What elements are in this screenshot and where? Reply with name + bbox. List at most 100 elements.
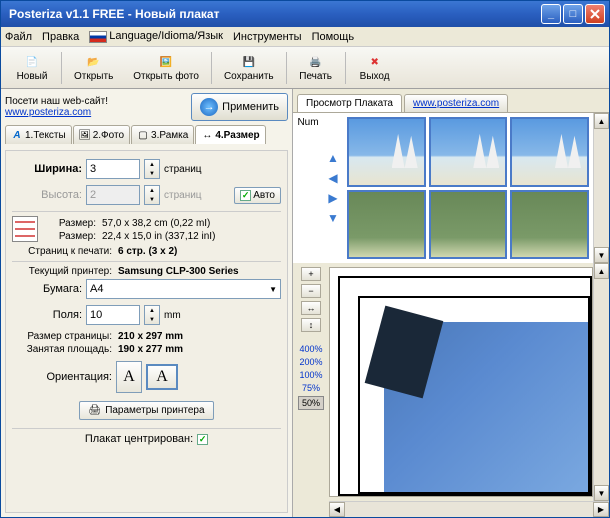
auto-button[interactable]: ✓Авто (234, 187, 281, 204)
arrow-left-icon[interactable]: ◀ (326, 171, 340, 185)
zoom-75[interactable]: 75% (302, 383, 320, 393)
text-icon: A (11, 129, 23, 141)
apply-arrow-icon: → (200, 98, 218, 116)
zoom-100[interactable]: 100% (299, 370, 322, 380)
titlebar[interactable]: Posteriza v1.1 FREE - Новый плакат _ □ (1, 1, 609, 27)
right-panel: Просмотр Плаката www.posteriza.com Num ▲… (293, 89, 609, 517)
tab-photo[interactable]: 🖼2.Фото (73, 125, 130, 144)
nav-arrows: ▲ ◀ ▶ ▼ (323, 113, 343, 263)
print-button[interactable]: 🖨️Печать (289, 51, 343, 84)
new-button[interactable]: 📄Новый (5, 51, 59, 84)
thumbnail-grid (343, 113, 593, 263)
menu-lang[interactable]: Language/Idioma/Язык (89, 30, 223, 42)
pagesize-label: Размер страницы: (12, 331, 112, 342)
window-title: Posteriza v1.1 FREE - Новый плакат (5, 7, 541, 21)
tab-preview[interactable]: Просмотр Плаката (297, 94, 402, 112)
tab-frame[interactable]: ▢3.Рамка (131, 125, 194, 144)
flag-icon (89, 31, 107, 43)
caret-icon: ▼ (269, 285, 277, 294)
tab-size[interactable]: ↔4.Размер (195, 125, 265, 144)
arrow-up-icon[interactable]: ▲ (326, 151, 340, 165)
zoom-column: + − ↔ ↕ 400% 200% 100% 75% 50% (293, 263, 329, 517)
width-spinner[interactable]: ▲▼ (144, 159, 160, 179)
zoom-in-button[interactable]: + (301, 267, 321, 281)
open-button[interactable]: 📂Открыть (64, 51, 123, 84)
thumb-3[interactable] (510, 117, 589, 187)
thumb-1[interactable] (347, 117, 426, 187)
dim-cm: 57,0 x 38,2 cm (0,22 mI) (102, 218, 210, 229)
zoom-out-button[interactable]: − (301, 284, 321, 298)
config-tabs: A1.Тексты 🖼2.Фото ▢3.Рамка ↔4.Размер (5, 125, 288, 144)
zoom-50[interactable]: 50% (298, 396, 324, 410)
width-input[interactable] (86, 159, 140, 179)
open-icon: 📂 (85, 53, 103, 71)
menu-edit[interactable]: Правка (42, 31, 79, 43)
preview-bottom: + − ↔ ↕ 400% 200% 100% 75% 50% (293, 263, 609, 517)
tab-website[interactable]: www.posteriza.com (404, 94, 508, 112)
preview-top: Num ▲ ◀ ▶ ▼ ▲▼ (293, 113, 609, 263)
frame-icon: ▢ (137, 129, 149, 141)
orientation-landscape[interactable]: A (146, 364, 178, 390)
page-preview[interactable] (329, 267, 593, 497)
app-window: Posteriza v1.1 FREE - Новый плакат _ □ Ф… (0, 0, 610, 518)
minimize-button[interactable]: _ (541, 4, 561, 24)
zoom-fith-button[interactable]: ↕ (301, 318, 321, 332)
preview-tabs: Просмотр Плаката www.posteriza.com (293, 89, 609, 113)
printer-params-button[interactable]: 🖨Параметры принтера (79, 401, 213, 420)
openphoto-icon: 🖼️ (157, 53, 175, 71)
exit-icon: ✖ (366, 53, 384, 71)
arrow-down-icon[interactable]: ▼ (326, 211, 340, 225)
margins-spinner[interactable]: ▲▼ (144, 305, 160, 325)
vscrollbar-top[interactable]: ▲▼ (593, 113, 609, 263)
print-icon: 🖨️ (307, 53, 325, 71)
usedarea-label: Занятая площадь: (12, 344, 112, 355)
menu-help[interactable]: Помощь (312, 31, 355, 43)
close-button[interactable] (585, 4, 605, 24)
openphoto-button[interactable]: 🖼️Открыть фото (123, 51, 209, 84)
menu-file[interactable]: Файл (5, 31, 32, 43)
center-label: Плакат центрирован: (85, 433, 193, 445)
visit-row: Посети наш web-сайт! www.posteriza.com →… (5, 93, 288, 121)
thumb-2[interactable] (429, 117, 508, 187)
pages-label: Страниц к печати: (12, 246, 112, 257)
printer-value: Samsung CLP-300 Series (118, 266, 239, 277)
photo-icon: 🖼 (79, 129, 91, 141)
menu-tools[interactable]: Инструменты (233, 31, 302, 43)
vscrollbar-bottom[interactable]: ▲▼ (593, 263, 609, 501)
num-column: Num (293, 113, 323, 263)
apply-button[interactable]: → Применить (191, 93, 288, 121)
orientation-portrait[interactable]: A (116, 361, 142, 393)
thumb-6[interactable] (510, 190, 589, 260)
visit-link[interactable]: www.posteriza.com (5, 107, 91, 118)
thumb-4[interactable] (347, 190, 426, 260)
zoom-400[interactable]: 400% (299, 344, 322, 354)
center-checkbox[interactable]: ✓ (197, 434, 208, 445)
thumb-5[interactable] (429, 190, 508, 260)
height-label: Высота: (12, 189, 82, 201)
arrow-right-icon[interactable]: ▶ (326, 191, 340, 205)
width-unit: страниц (164, 164, 202, 175)
exit-button[interactable]: ✖Выход (348, 51, 402, 84)
printer-label: Текущий принтер: (12, 266, 112, 277)
check-icon: ✓ (240, 190, 251, 201)
usedarea-value: 190 x 277 mm (118, 344, 183, 355)
maximize-button[interactable]: □ (563, 4, 583, 24)
height-spinner[interactable]: ▲▼ (144, 185, 160, 205)
save-icon: 💾 (240, 53, 258, 71)
size-diagram-icon (12, 216, 38, 242)
zoom-fitw-button[interactable]: ↔ (301, 301, 321, 315)
height-unit: страниц (164, 190, 202, 201)
width-label: Ширина: (12, 163, 82, 175)
hscrollbar[interactable]: ◀▶ (329, 501, 609, 517)
pages-value: 6 стр. (3 x 2) (118, 246, 177, 257)
tab-texts[interactable]: A1.Тексты (5, 125, 72, 144)
save-button[interactable]: 💾Сохранить (214, 51, 284, 84)
pagesize-value: 210 x 297 mm (118, 331, 183, 342)
tab-panel-size: Ширина: ▲▼ страниц Высота: ▲▼ страниц ✓А… (5, 150, 288, 513)
paper-label: Бумага: (12, 283, 82, 295)
zoom-200[interactable]: 200% (299, 357, 322, 367)
paper-select[interactable]: A4▼ (86, 279, 281, 299)
new-icon: 📄 (23, 53, 41, 71)
margins-input[interactable] (86, 305, 140, 325)
margins-unit: mm (164, 310, 181, 321)
